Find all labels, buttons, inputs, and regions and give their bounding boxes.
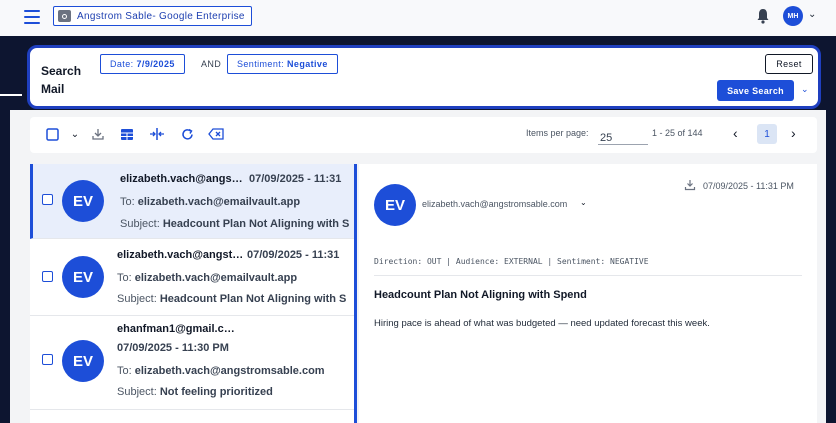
search-title: Search Mail: [41, 64, 82, 96]
divider: [374, 275, 802, 276]
recipient: elizabeth.vach@angstromsable.com: [134, 365, 325, 377]
menu-icon[interactable]: [24, 10, 40, 24]
sender: elizabeth.vach@angst…: [117, 249, 243, 261]
message-timestamp: 07/09/2025 - 11:31 PM: [703, 181, 794, 191]
next-page-button[interactable]: ›: [791, 125, 796, 141]
dark-backdrop-left: [0, 110, 10, 423]
message-detail: EV elizabeth.vach@angstromsable.com ⌄ 07…: [359, 164, 817, 423]
chevron-down-icon[interactable]: ⌄: [808, 9, 816, 20]
download-icon[interactable]: [684, 179, 696, 191]
sender-address: elizabeth.vach@angstromsable.com: [422, 199, 568, 209]
save-search-button[interactable]: Save Search: [717, 80, 794, 101]
download-icon[interactable]: [90, 126, 106, 142]
org-selector[interactable]: Angstrom Sable- Google Enterprise: [53, 6, 252, 26]
recipient-line: To: elizabeth.vach@emailvault.app: [120, 196, 301, 208]
filter-key: Sentiment:: [237, 59, 285, 69]
table-view-icon[interactable]: [119, 126, 135, 142]
split-view-icon[interactable]: [149, 126, 165, 142]
timestamp: 07/09/2025 - 11:30 PM: [117, 342, 229, 354]
row-checkbox[interactable]: [42, 354, 53, 365]
subject: Not feeling prioritized: [159, 386, 273, 398]
recipient-line: To: elizabeth.vach@angstromsable.com: [117, 365, 325, 377]
timestamp: 07/09/2025 - 11:31: [247, 249, 340, 261]
filter-value: Negative: [287, 59, 328, 69]
user-avatar[interactable]: MH: [783, 6, 803, 26]
filter-operator: AND: [201, 59, 222, 69]
subject-line: Subject: Not feeling prioritized: [117, 386, 273, 398]
items-per-page-input[interactable]: [598, 125, 648, 145]
top-bar: Angstrom Sable- Google Enterprise MH ⌄: [0, 0, 836, 36]
refresh-icon[interactable]: [179, 126, 195, 142]
current-page[interactable]: 1: [757, 124, 777, 144]
chevron-down-icon[interactable]: ⌄: [580, 198, 587, 207]
message-metadata: Direction: OUT | Audience: EXTERNAL | Se…: [374, 257, 649, 266]
search-panel: Search Mail Date: 7/9/2025 AND Sentiment:…: [27, 45, 821, 109]
org-icon: [58, 10, 71, 22]
mail-list-item[interactable]: EV elizabeth.vach@angst… 07/09/2025 - 11…: [30, 239, 354, 316]
message-subject: Headcount Plan Not Aligning with Spend: [374, 289, 587, 301]
filter-chip-sentiment[interactable]: Sentiment: Negative: [227, 54, 338, 74]
dark-backdrop-right: [826, 110, 836, 423]
filter-key: Date:: [110, 59, 134, 69]
recipient-line: To: elizabeth.vach@emailvault.app: [117, 272, 298, 284]
avatar: EV: [62, 256, 104, 298]
recipient: elizabeth.vach@emailvault.app: [137, 196, 301, 208]
mail-list-item[interactable]: EV ehanfman1@gmail.c… 07/09/2025 - 11:30…: [30, 316, 354, 410]
sender-avatar: EV: [374, 184, 416, 226]
avatar: EV: [62, 180, 104, 222]
message-body: Hiring pace is ahead of what was budgete…: [374, 318, 710, 329]
org-name: Angstrom Sable- Google Enterprise: [77, 10, 245, 22]
row-checkbox[interactable]: [42, 271, 53, 282]
clear-icon[interactable]: [208, 126, 224, 142]
sender: elizabeth.vach@angs…: [120, 173, 243, 185]
bell-icon[interactable]: [756, 8, 770, 24]
avatar: EV: [62, 340, 104, 382]
select-all-checkbox[interactable]: [44, 126, 60, 142]
subject-line: Subject: Headcount Plan Not Aligning wit…: [120, 218, 350, 230]
chevron-down-icon[interactable]: ⌄: [67, 126, 83, 142]
subject-line: Subject: Headcount Plan Not Aligning wit…: [117, 293, 347, 305]
reset-button[interactable]: Reset: [765, 54, 813, 74]
row-checkbox[interactable]: [42, 194, 53, 205]
list-toolbar: ⌄ Items per page: 1 - 25 of 144 ‹ 1 ›: [30, 117, 817, 153]
filter-value: 7/9/2025: [136, 59, 175, 69]
sender: ehanfman1@gmail.c…: [117, 323, 235, 335]
recipient: elizabeth.vach@emailvault.app: [134, 272, 298, 284]
subject: Headcount Plan Not Aligning with S: [162, 218, 350, 230]
previous-page-button[interactable]: ‹: [733, 125, 738, 141]
divider: [0, 94, 22, 96]
timestamp: 07/09/2025 - 11:31: [249, 173, 342, 185]
mail-list-item[interactable]: EV elizabeth.vach@angs… 07/09/2025 - 11:…: [30, 164, 354, 239]
mail-list: EV elizabeth.vach@angs… 07/09/2025 - 11:…: [30, 164, 357, 423]
chevron-down-icon[interactable]: ⌄: [801, 84, 809, 95]
filter-chip-date[interactable]: Date: 7/9/2025: [100, 54, 185, 74]
page-range: 1 - 25 of 144: [652, 128, 703, 138]
items-per-page-label: Items per page:: [526, 128, 589, 138]
subject: Headcount Plan Not Aligning with S: [159, 293, 347, 305]
